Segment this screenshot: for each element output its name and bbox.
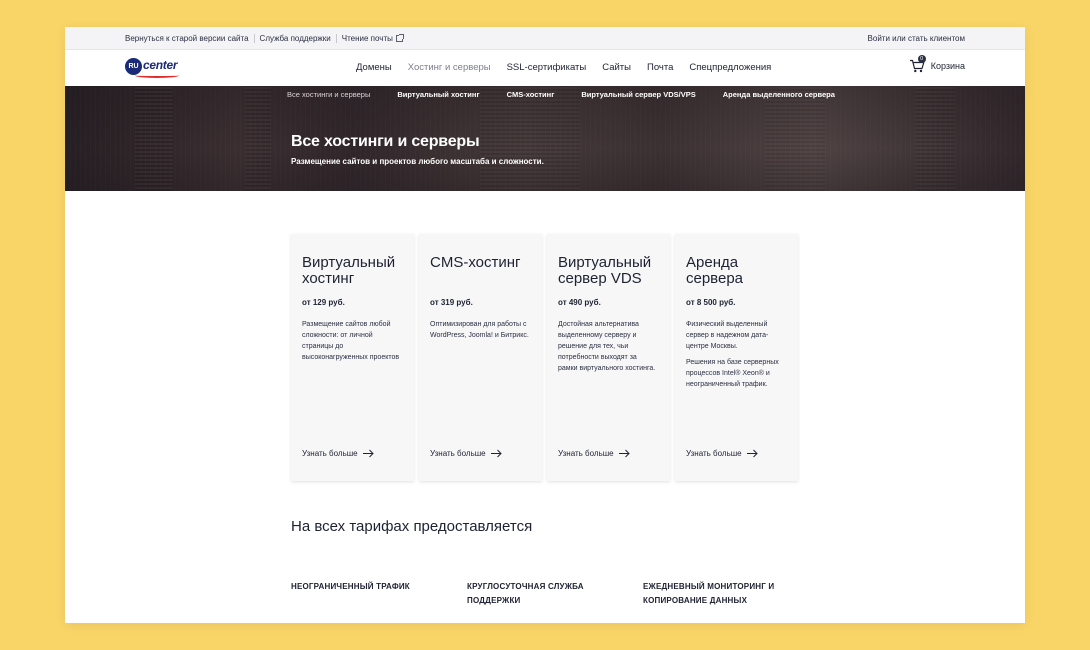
ru-center-logo[interactable]: RU center — [125, 56, 183, 78]
learn-more-link[interactable]: Узнать больше — [558, 449, 630, 458]
browser-window: Вернуться к старой версии сайта Служба п… — [65, 27, 1025, 623]
card-description: Физический выделенный сервер в надежном … — [686, 319, 786, 390]
product-card-virtual-hosting[interactable]: Виртуальный хостинг от 129 руб. Размещен… — [291, 234, 414, 481]
arrow-right-icon — [618, 449, 630, 458]
product-card-cms-hosting[interactable]: CMS-хостинг от 319 руб. Оптимизирован дл… — [419, 234, 542, 481]
server-rack-image — [135, 86, 173, 191]
card-description-text: Оптимизирован для работы с WordPress, Jo… — [430, 321, 529, 339]
nav-ssl[interactable]: SSL-сертификаты — [507, 62, 587, 73]
site-header: RU center Домены Хостинг и серверы SSL-с… — [65, 50, 1025, 86]
card-description-text: Размещение сайтов любой сложности: от ли… — [302, 321, 400, 361]
subnav-vds[interactable]: Виртуальный сервер VDS/VPS — [581, 90, 695, 99]
card-description-text: Физический выделенный сервер в надежном … — [686, 321, 769, 350]
webmail-link[interactable]: Чтение почты — [335, 34, 408, 43]
learn-more-label: Узнать больше — [558, 449, 614, 458]
card-price: от 129 руб. — [302, 298, 345, 307]
features-heading: На всех тарифах предоставляется — [291, 518, 533, 535]
main-nav: Домены Хостинг и серверы SSL-сертификаты… — [356, 62, 787, 73]
card-title: Виртуальный хостинг — [302, 254, 396, 287]
product-card-dedicated-server[interactable]: Аренда сервера от 8 500 руб. Физический … — [675, 234, 798, 481]
utility-links: Вернуться к старой версии сайта Служба п… — [125, 34, 408, 43]
features-list: НЕОГРАНИЧЕННЫЙ ТРАФИК КРУГЛОСУТОЧНАЯ СЛУ… — [291, 580, 793, 608]
server-rack-image — [480, 86, 580, 191]
product-card-vds[interactable]: Виртуальный сервер VDS от 490 руб. Досто… — [547, 234, 670, 481]
card-title: Виртуальный сервер VDS — [558, 254, 652, 287]
cart-button[interactable]: 0 Корзина — [909, 55, 965, 73]
product-cards: Виртуальный хостинг от 129 руб. Размещен… — [291, 234, 803, 481]
nav-hosting[interactable]: Хостинг и серверы — [408, 62, 491, 73]
card-description: Оптимизирован для работы с WordPress, Jo… — [430, 319, 530, 341]
card-price: от 319 руб. — [430, 298, 473, 307]
subnav-dedicated[interactable]: Аренда выделенного сервера — [723, 90, 835, 99]
hosting-subnav: Все хостинги и серверы Виртуальный хости… — [287, 90, 862, 99]
learn-more-link[interactable]: Узнать больше — [302, 449, 374, 458]
learn-more-link[interactable]: Узнать больше — [430, 449, 502, 458]
card-description: Достойная альтернатива выделенному серве… — [558, 319, 658, 374]
server-rack-image — [765, 86, 825, 191]
arrow-right-icon — [490, 449, 502, 458]
card-price: от 490 руб. — [558, 298, 601, 307]
support-link[interactable]: Служба поддержки — [253, 34, 336, 43]
learn-more-label: Узнать больше — [686, 449, 742, 458]
card-description: Размещение сайтов любой сложности: от ли… — [302, 319, 402, 363]
server-rack-image — [245, 86, 271, 191]
subnav-all[interactable]: Все хостинги и серверы — [287, 90, 370, 99]
nav-sites[interactable]: Сайты — [602, 62, 631, 73]
arrow-right-icon — [746, 449, 758, 458]
subnav-cms-hosting[interactable]: CMS-хостинг — [507, 90, 555, 99]
feature-support-24-7: КРУГЛОСУТОЧНАЯ СЛУЖБА ПОДДЕРЖКИ — [467, 582, 584, 605]
card-price: от 8 500 руб. — [686, 298, 736, 307]
cart-label: Корзина — [930, 61, 965, 71]
feature-unlimited-traffic: НЕОГРАНИЧЕННЫЙ ТРАФИК — [291, 582, 410, 591]
utility-bar: Вернуться к старой версии сайта Служба п… — [65, 27, 1025, 50]
card-description-text: Достойная альтернатива выделенному серве… — [558, 321, 656, 372]
webmail-link-label: Чтение почты — [341, 34, 393, 43]
card-title: CMS-хостинг — [430, 254, 521, 271]
cart-icon: 0 — [909, 55, 926, 73]
old-site-link[interactable]: Вернуться к старой версии сайта — [125, 34, 254, 43]
card-title: Аренда сервера — [686, 254, 744, 287]
learn-more-link[interactable]: Узнать больше — [686, 449, 758, 458]
login-link[interactable]: Войти или стать клиентом — [868, 34, 965, 43]
hero-banner: Все хостинги и серверы Виртуальный хости… — [65, 86, 1025, 191]
logo-wordmark: center — [143, 58, 178, 72]
card-description-text: Решения на базе серверных процессов Inte… — [686, 359, 779, 388]
cart-count-badge: 0 — [917, 55, 926, 63]
external-link-icon — [395, 34, 404, 42]
learn-more-label: Узнать больше — [430, 449, 486, 458]
nav-special-offers[interactable]: Спецпредложения — [689, 62, 771, 73]
nav-mail[interactable]: Почта — [647, 62, 673, 73]
arrow-right-icon — [362, 449, 374, 458]
learn-more-label: Узнать больше — [302, 449, 358, 458]
page-subtitle: Размещение сайтов и проектов любого масш… — [291, 157, 544, 166]
subnav-virtual-hosting[interactable]: Виртуальный хостинг — [397, 90, 479, 99]
page-title: Все хостинги и серверы — [291, 133, 480, 150]
logo-swoosh — [135, 73, 179, 78]
feature-daily-monitoring: ЕЖЕДНЕВНЫЙ МОНИТОРИНГ И КОПИРОВАНИЕ ДАНН… — [643, 582, 775, 605]
nav-domains[interactable]: Домены — [356, 62, 392, 73]
server-rack-image — [915, 86, 955, 191]
